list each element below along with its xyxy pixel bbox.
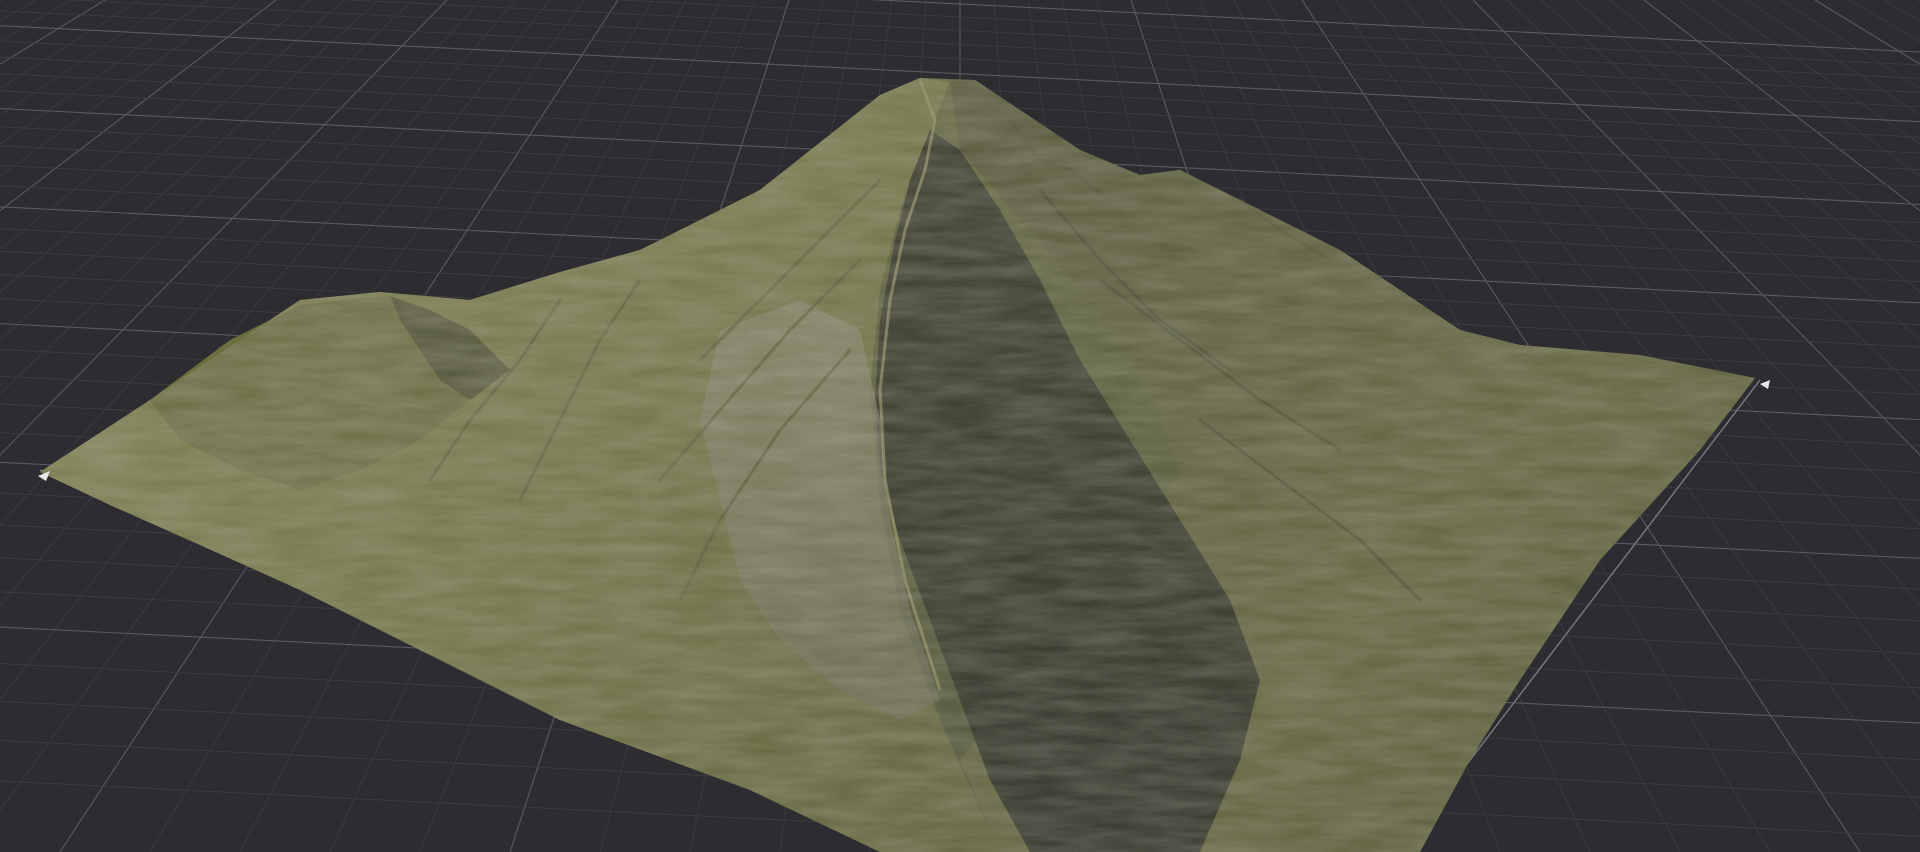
- terrain-mesh[interactable]: [0, 0, 1920, 852]
- grid-line: [1712, 0, 1920, 145]
- terrain-texture-grain: [40, 78, 1755, 852]
- 3d-viewport[interactable]: [0, 0, 1920, 852]
- viewport-scene[interactable]: [0, 0, 1920, 852]
- grid-line: [1746, 0, 1920, 116]
- grid-line: [1883, 0, 1920, 22]
- grid-line: [1848, 0, 1920, 43]
- corner-marker-icon: [1760, 380, 1770, 389]
- grid-line: [0, 0, 3, 2]
- grid-line: [1814, 0, 1920, 65]
- grid-line: [1780, 0, 1920, 90]
